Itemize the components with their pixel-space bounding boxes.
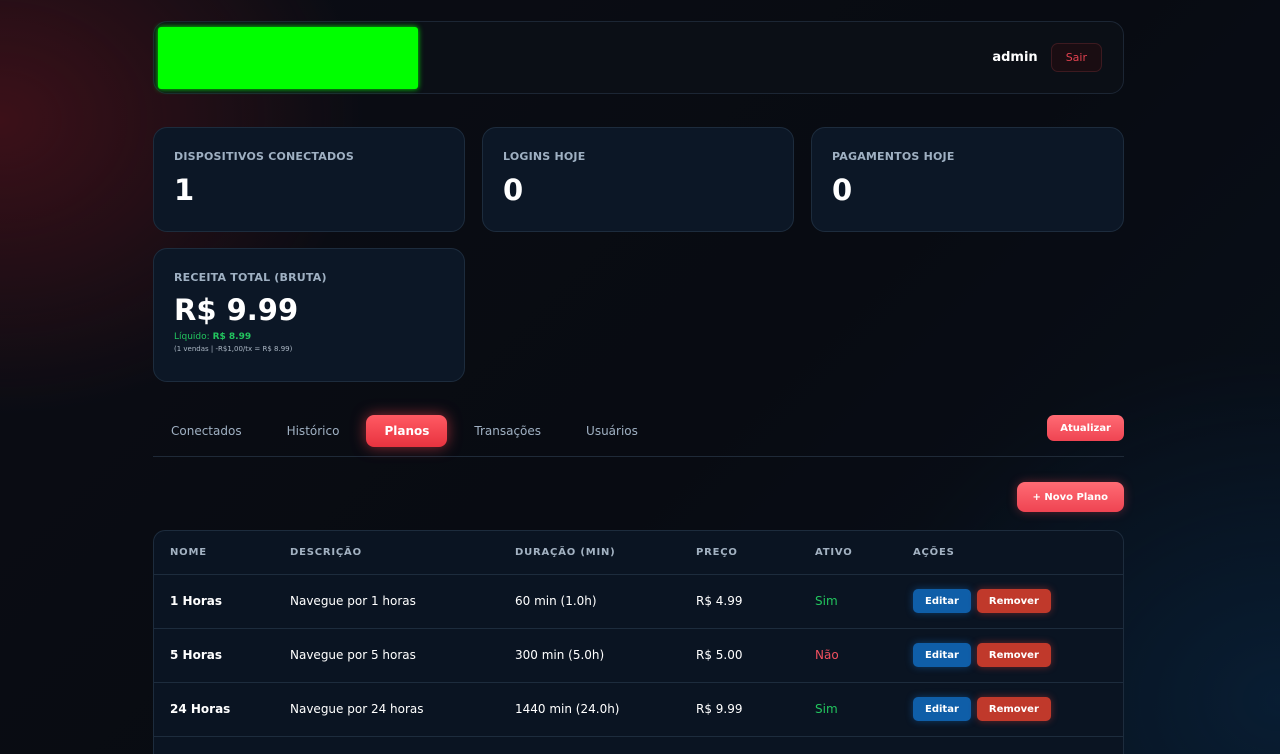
- plans-table: NOME DESCRIÇÃO DURAÇÃO (MIN) PREÇO ATIVO…: [153, 530, 1124, 754]
- tabs: Conectados Histórico Planos Transações U…: [153, 415, 665, 447]
- remove-button[interactable]: Remover: [976, 589, 1051, 613]
- user-name: admin: [992, 50, 1038, 65]
- plan-duration: 300 min (5.0h): [499, 628, 680, 683]
- plan-actions: Editar Remover: [897, 682, 1123, 737]
- logo: [158, 27, 418, 89]
- revenue-value: R$ 9.99: [174, 293, 299, 327]
- plan-active-status: Sim: [799, 574, 897, 629]
- stat-card-total-revenue: RECEITA TOTAL (BRUTA) R$ 9.99 Líquido: R…: [153, 248, 465, 382]
- plan-price: R$ 4.99: [680, 574, 799, 629]
- table-row: 5 Horas Navegue por 5 horas 300 min (5.0…: [154, 628, 1123, 683]
- tab-planos[interactable]: Planos: [366, 415, 448, 447]
- plan-description: Navegue por 24 horas: [274, 682, 499, 737]
- stat-card-connected-devices: DISPOSITIVOS CONECTADOS 1: [153, 127, 465, 232]
- remove-button[interactable]: Remover: [976, 697, 1051, 721]
- tab-transacoes[interactable]: Transações: [456, 415, 559, 447]
- tab-historico[interactable]: Histórico: [269, 415, 358, 447]
- table-header-row: NOME DESCRIÇÃO DURAÇÃO (MIN) PREÇO ATIVO…: [154, 531, 1123, 575]
- user-area: admin Sair: [992, 43, 1102, 72]
- top-bar: admin Sair: [153, 21, 1124, 94]
- logout-button[interactable]: Sair: [1050, 43, 1102, 72]
- edit-button[interactable]: Editar: [913, 643, 971, 667]
- plan-active-status: Não: [799, 628, 897, 683]
- stat-value: 0: [503, 173, 524, 207]
- new-plan-row: + Novo Plano: [153, 457, 1124, 513]
- plan-price: R$ 5.00: [680, 628, 799, 683]
- column-header-active: ATIVO: [799, 531, 897, 575]
- dashboard: admin Sair DISPOSITIVOS CONECTADOS 1 LOG…: [153, 21, 1124, 754]
- stats-cards: DISPOSITIVOS CONECTADOS 1 LOGINS HOJE 0 …: [153, 127, 1124, 382]
- column-header-price: PREÇO: [680, 531, 799, 575]
- column-header-description: DESCRIÇÃO: [274, 531, 499, 575]
- plan-actions: Editar Remover: [897, 574, 1123, 629]
- stat-label: LOGINS HOJE: [503, 150, 586, 163]
- plan-price: R$ 9.99: [680, 682, 799, 737]
- table-row: 24 Horas Navegue por 24 horas 1440 min (…: [154, 682, 1123, 737]
- net-revenue: Líquido: R$ 8.99: [174, 332, 444, 342]
- column-header-name: NOME: [154, 531, 274, 575]
- fee-note: (1 vendas | -R$1,00/tx = R$ 8.99): [174, 345, 293, 353]
- stat-label: PAGAMENTOS HOJE: [832, 150, 955, 163]
- edit-button[interactable]: Editar: [913, 697, 971, 721]
- net-revenue-value: R$ 8.99: [212, 332, 252, 342]
- column-header-duration: DURAÇÃO (MIN): [499, 531, 680, 575]
- plan-actions: Editar Remover: [897, 628, 1123, 683]
- stat-card-payments-today: PAGAMENTOS HOJE 0: [811, 127, 1124, 232]
- tab-usuarios[interactable]: Usuários: [568, 415, 656, 447]
- stat-card-logins-today: LOGINS HOJE 0: [482, 127, 794, 232]
- table-row: 1 Horas Navegue por 1 horas 60 min (1.0h…: [154, 574, 1123, 629]
- new-plan-button[interactable]: + Novo Plano: [1016, 482, 1124, 512]
- column-header-actions: AÇÕES: [897, 531, 1123, 575]
- stat-label: DISPOSITIVOS CONECTADOS: [174, 150, 354, 163]
- stat-value: 1: [174, 173, 195, 207]
- plan-duration: 60 min (1.0h): [499, 574, 680, 629]
- plan-name: 24 Horas: [154, 682, 274, 737]
- remove-button[interactable]: Remover: [976, 643, 1051, 667]
- plan-name: 5 Horas: [154, 628, 274, 683]
- plan-active-status: Sim: [799, 682, 897, 737]
- revenue-label: RECEITA TOTAL (BRUTA): [174, 271, 327, 284]
- net-revenue-label: Líquido:: [174, 332, 210, 342]
- plan-name: 1 Horas: [154, 574, 274, 629]
- plan-description: Navegue por 5 horas: [274, 628, 499, 683]
- stat-value: 0: [832, 173, 853, 207]
- edit-button[interactable]: Editar: [913, 589, 971, 613]
- plan-duration: 1440 min (24.0h): [499, 682, 680, 737]
- tabs-bar: Conectados Histórico Planos Transações U…: [153, 415, 1124, 457]
- plan-description: Navegue por 1 horas: [274, 574, 499, 629]
- refresh-button[interactable]: Atualizar: [1047, 415, 1124, 441]
- tab-conectados[interactable]: Conectados: [153, 415, 260, 447]
